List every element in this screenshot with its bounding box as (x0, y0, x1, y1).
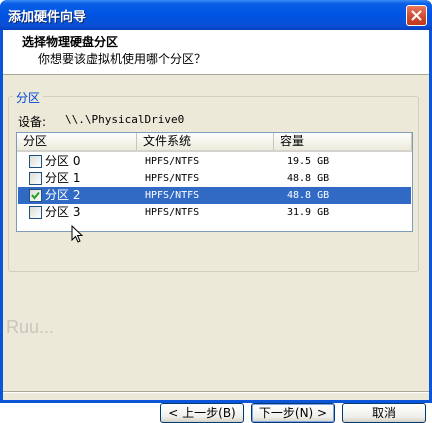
table-row-selected[interactable]: 分区 2 HPFS/NTFS 48.8 GB (18, 187, 411, 204)
partition-name: 分区 2 (45, 188, 81, 202)
button-separator (3, 391, 429, 393)
table-row[interactable]: 分区 0 HPFS/NTFS 19.5 GB (18, 153, 411, 170)
header-subtitle: 你想要该虚拟机使用哪个分区？ (38, 52, 207, 66)
partition-capacity: 48.8 GB (287, 173, 330, 184)
partition-capacity: 19.5 GB (287, 156, 330, 167)
partition-filesystem: HPFS/NTFS (145, 156, 200, 167)
table-row[interactable]: 分区 3 HPFS/NTFS 31.9 GB (18, 204, 411, 221)
partition-capacity: 48.8 GB (287, 190, 330, 201)
back-button[interactable]: < 上一步(B) (160, 403, 244, 423)
list-header: 分区 文件系统 容量 (17, 133, 412, 152)
device-label: 设备: (18, 115, 47, 129)
title-bar[interactable]: 添加硬件向导 (0, 0, 432, 30)
partition-name: 分区 1 (45, 171, 81, 185)
partition-name: 分区 3 (45, 205, 81, 219)
mouse-cursor-icon (71, 225, 83, 243)
column-header-partition[interactable]: 分区 (17, 133, 137, 150)
wizard-header: 选择物理硬盘分区 你想要该虚拟机使用哪个分区？ (3, 30, 429, 75)
column-header-filesystem[interactable]: 文件系统 (137, 133, 274, 150)
partition-list[interactable]: 分区 文件系统 容量 分区 0 HPFS/NTFS 19.5 GB 分区 1 H… (16, 132, 413, 232)
partition-filesystem: HPFS/NTFS (145, 207, 200, 218)
partition-filesystem: HPFS/NTFS (145, 190, 200, 201)
header-title: 选择物理硬盘分区 (22, 35, 119, 49)
group-legend: 分区 (13, 89, 44, 106)
partition-checkbox[interactable] (29, 155, 42, 168)
dialog-client: 选择物理硬盘分区 你想要该虚拟机使用哪个分区？ 分区 设备: \\.\Physi… (3, 30, 429, 423)
close-icon (411, 10, 422, 21)
wizard-window: 添加硬件向导 选择物理硬盘分区 你想要该虚拟机使用哪个分区？ 分区 设备: \\… (0, 0, 432, 423)
device-value: \\.\PhysicalDrive0 (65, 113, 185, 126)
close-button[interactable] (406, 5, 427, 26)
partition-capacity: 31.9 GB (287, 207, 330, 218)
checkmark-icon (31, 191, 40, 200)
next-button[interactable]: 下一步(N) > (251, 403, 335, 423)
cancel-button[interactable]: 取消 (342, 403, 426, 423)
partition-name: 分区 0 (45, 154, 81, 168)
column-header-capacity[interactable]: 容量 (274, 133, 412, 150)
partition-checkbox-checked[interactable] (29, 189, 42, 202)
table-row[interactable]: 分区 1 HPFS/NTFS 48.8 GB (18, 170, 411, 187)
partition-filesystem: HPFS/NTFS (145, 173, 200, 184)
partition-checkbox[interactable] (29, 206, 42, 219)
window-title: 添加硬件向导 (8, 10, 87, 25)
partition-checkbox[interactable] (29, 172, 42, 185)
watermark-text: Ruu... (6, 317, 55, 337)
